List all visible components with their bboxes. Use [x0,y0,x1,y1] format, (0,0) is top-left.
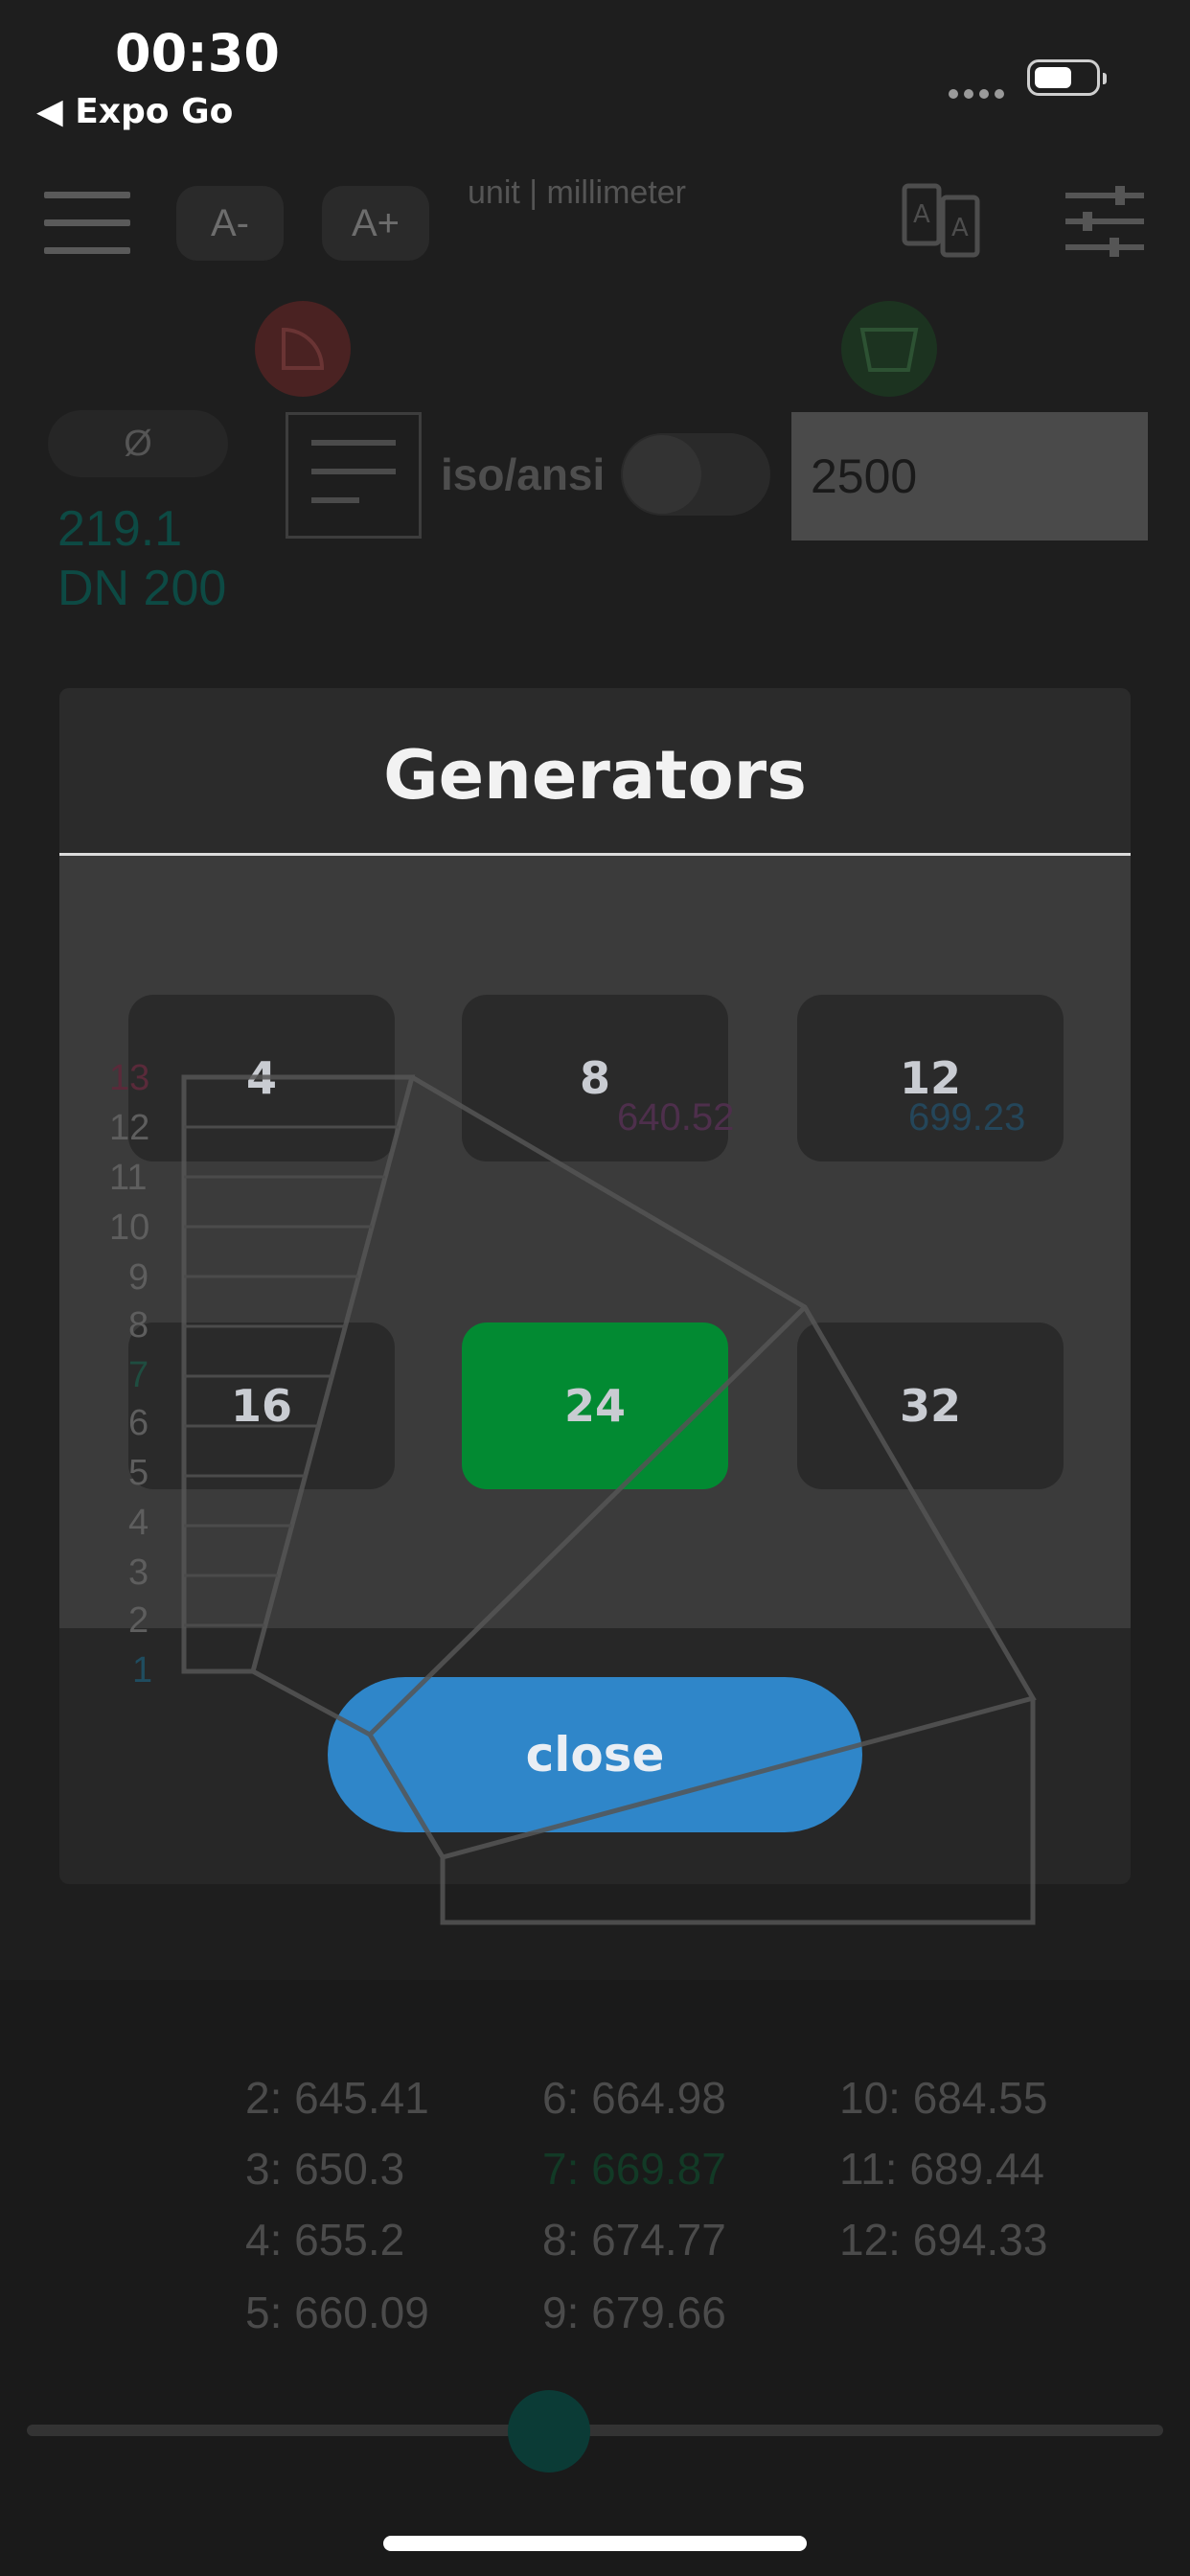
results-panel [0,1980,1190,2576]
settings-sliders-icon[interactable] [1062,178,1148,264]
modal-title: Generators [383,736,807,815]
result-item-highlight: 7: 669.87 [542,2144,726,2194]
segment-number: 7 [128,1355,149,1395]
segment-number: 10 [109,1208,150,1248]
standard-toggle[interactable] [621,433,770,516]
result-item: 8: 674.77 [542,2215,726,2265]
result-item: 3: 650.3 [245,2144,405,2194]
drawing-value-right: 699.23 [908,1096,1026,1138]
result-item: 6: 664.98 [542,2073,726,2123]
result-item: 2: 645.41 [245,2073,429,2123]
font-larger-button[interactable]: A+ [322,186,429,261]
result-item: 11: 689.44 [839,2144,1045,2194]
segment-number: 1 [132,1650,153,1690]
svg-text:A: A [951,214,969,242]
elbow-icon [282,327,325,370]
result-item: 12: 694.33 [839,2215,1048,2265]
drawing-value-left: 640.52 [617,1096,735,1138]
battery-icon [1027,59,1107,96]
segment-number: 6 [128,1403,149,1443]
diameter-button[interactable]: Ø [48,410,228,477]
segment-number: 12 [109,1108,150,1148]
translate-icon[interactable]: A A [899,178,985,264]
generator-option-16[interactable]: 16 [128,1322,395,1489]
signal-icon [949,86,1012,99]
font-smaller-button[interactable]: A- [176,186,284,261]
segment-slider-thumb[interactable] [508,2390,590,2472]
segment-green-button[interactable] [841,301,937,397]
segment-number: 8 [128,1305,149,1346]
nominal-diameter-value: DN 200 [57,561,227,616]
result-item: 4: 655.2 [245,2215,405,2265]
segment-number: 2 [128,1600,149,1641]
result-item: 10: 684.55 [839,2073,1048,2123]
align-left-button[interactable] [286,412,422,539]
unit-label: unit | millimeter [468,174,686,211]
status-time: 00:30 [115,23,280,83]
result-item: 9: 679.66 [542,2288,726,2337]
svg-text:A: A [913,200,930,229]
length-input[interactable]: 2500 [791,412,1148,540]
segment-slider-track[interactable] [27,2425,1163,2436]
back-to-expo-go[interactable]: ◀ Expo Go [36,92,233,131]
generator-option-24-selected[interactable]: 24 [462,1322,728,1489]
outer-diameter-value: 219.1 [57,501,183,557]
result-item: 5: 660.09 [245,2288,429,2337]
segmented-elbow-icon [859,328,919,372]
generators-modal: Generators 4 8 12 16 24 32 close [59,688,1131,1884]
generator-option-4[interactable]: 4 [128,995,395,1162]
modal-body [59,856,1131,1628]
segment-number: 4 [128,1503,149,1543]
segment-number: 13 [109,1058,150,1098]
generator-option-32[interactable]: 32 [797,1322,1064,1489]
close-button[interactable]: close [328,1677,862,1832]
home-indicator [383,2536,807,2551]
segment-number: 9 [128,1257,149,1298]
standard-label: iso/ansi [441,449,606,499]
segment-number: 5 [128,1453,149,1493]
segment-number: 3 [128,1552,149,1593]
segment-red-button[interactable] [255,301,351,397]
menu-icon[interactable] [44,192,130,255]
segment-number: 11 [109,1158,148,1198]
